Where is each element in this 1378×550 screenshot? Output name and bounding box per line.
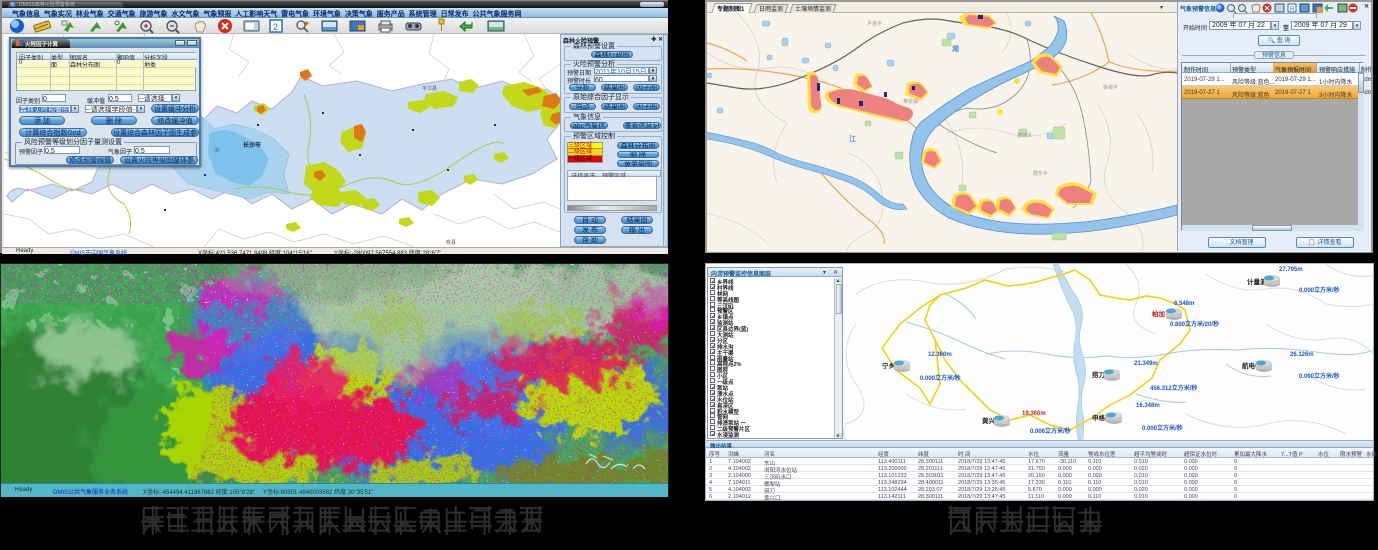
svg-text:6.548m: 6.548m [1174,301,1194,307]
svg-text:群乐乡: 群乐乡 [1033,170,1048,177]
svg-text:26.126m: 26.126m [1290,352,1314,358]
svg-text:湘: 湘 [952,44,959,53]
svg-text:16.348m: 16.348m [1136,403,1160,409]
svg-text:0.000立方米/秒: 0.000立方米/秒 [1142,424,1183,432]
svg-text:27.795m: 27.795m [1279,267,1303,273]
svg-text:江: 江 [849,134,856,143]
svg-text:0.006立方米/秒: 0.006立方米/秒 [1030,427,1071,435]
svg-text:2: 2 [273,22,278,32]
svg-text:21.349m: 21.349m [1134,361,1158,367]
svg-text:0.000立方米/秒: 0.000立方米/秒 [920,374,961,382]
svg-text:宁乡: 宁乡 [882,361,895,370]
svg-text:群城乡: 群城乡 [1017,132,1032,139]
svg-text:12.360m: 12.360m [928,352,952,358]
svg-text:长沙市: 长沙市 [243,141,261,149]
svg-text:19.360m: 19.360m [1022,411,1046,417]
svg-text:0.000立方米/秒: 0.000立方米/秒 [1299,286,1340,294]
svg-text:456.312立方米/秒: 456.312立方米/秒 [1150,384,1197,392]
svg-text:攸县: 攸县 [446,239,456,246]
svg-text:0.800立方米/20/秒: 0.800立方米/20/秒 [1170,320,1219,328]
svg-text:铁坡乡: 铁坡乡 [1103,84,1118,91]
svg-text:乡迹乡: 乡迹乡 [867,20,882,27]
svg-text:黄花镇: 黄花镇 [903,98,918,105]
svg-text:平江县: 平江县 [422,85,437,92]
svg-text:柏加: 柏加 [1152,309,1166,318]
svg-text:0.000立方米/秒: 0.000立方米/秒 [1299,372,1340,380]
